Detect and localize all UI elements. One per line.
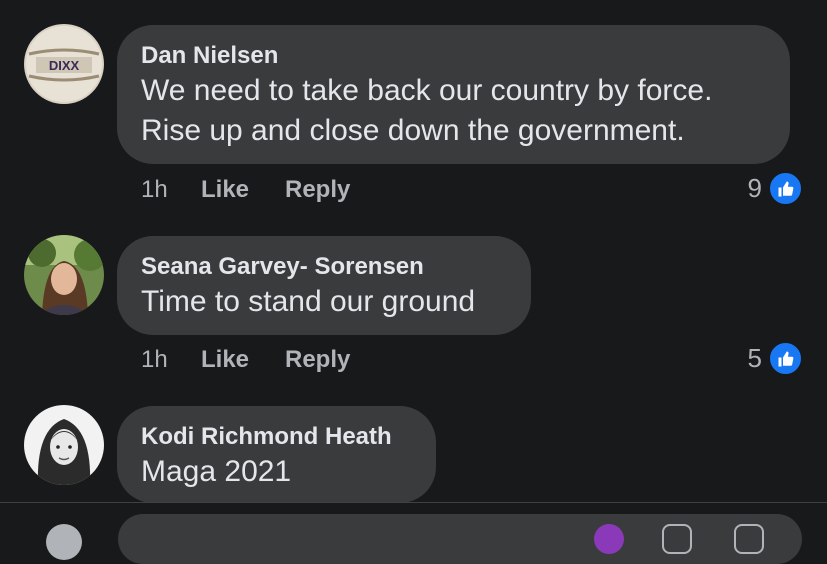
comment-bubble: Dan Nielsen We need to take back our cou… [117,25,790,164]
reply-button[interactable]: Reply [285,346,350,374]
reply-button[interactable]: Reply [285,176,350,204]
comment-time[interactable]: 1h [141,346,168,374]
sticker-icon[interactable] [594,524,624,554]
comment-time[interactable]: 1h [141,176,168,204]
thumbs-up-icon [768,341,803,376]
comment-text-line-1: We need to take back our country by forc… [141,74,713,107]
reaction-count: 5 [747,343,762,373]
camera-icon[interactable] [734,524,764,554]
thumbs-up-icon [768,171,803,206]
comment-author[interactable]: Seana Garvey- Sorensen [141,252,505,282]
like-button[interactable]: Like [201,346,249,374]
avatar[interactable] [24,235,104,315]
comment-author[interactable]: Kodi Richmond Heath [141,422,410,452]
comment-composer-input[interactable] [118,514,802,564]
comment-bubble: Kodi Richmond Heath Maga 2021 [117,406,436,503]
reaction-count: 9 [747,173,762,203]
avatar[interactable]: DIXX [24,24,104,104]
avatar[interactable] [24,405,104,485]
composer-avatar [46,524,82,560]
comment-text-line-1: Maga 2021 [141,455,292,488]
comment-bubble: Seana Garvey- Sorensen Time to stand our… [117,236,531,335]
avatar-logo-text: DIXX [49,58,80,73]
comment-text-line-1: Time to stand our ground [141,285,476,318]
composer-divider [0,502,827,503]
gif-icon[interactable] [662,524,692,554]
reactions[interactable]: 9 [748,171,803,206]
comment-author[interactable]: Dan Nielsen [141,41,764,71]
like-button[interactable]: Like [201,176,249,204]
comment-text-line-2: Rise up and close down the government. [141,114,685,147]
reactions[interactable]: 5 [748,341,803,376]
